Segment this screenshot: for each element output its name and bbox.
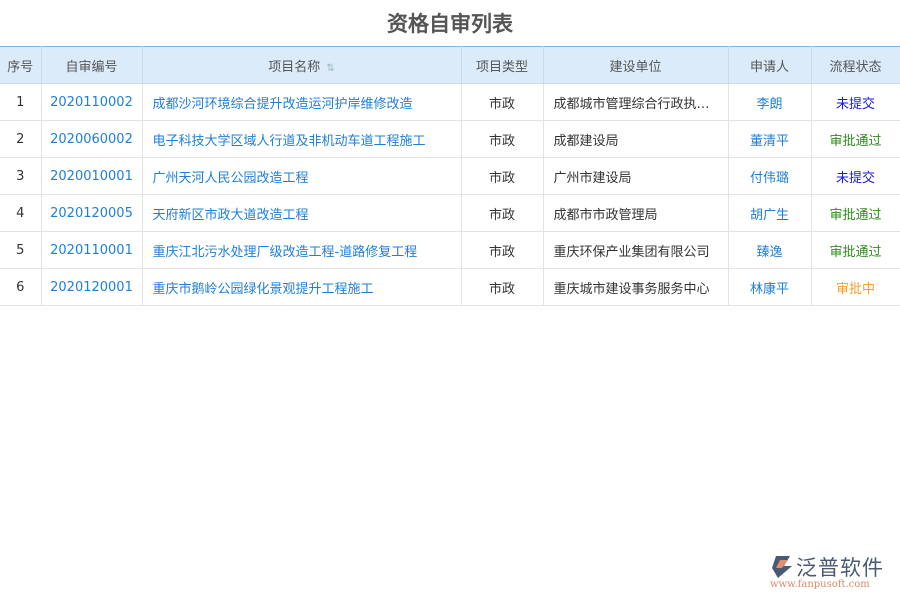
column-header[interactable]: 建设单位 — [543, 47, 728, 84]
code-link[interactable]: 2020010001 — [41, 158, 142, 195]
project-type: 市政 — [461, 84, 543, 121]
table-row: 22020060002电子科技大学区域人行道及非机动车道工程施工市政成都建设局董… — [0, 121, 900, 158]
code-link[interactable]: 2020110001 — [41, 232, 142, 269]
row-number: 2 — [0, 121, 41, 158]
project-type: 市政 — [461, 232, 543, 269]
row-number: 3 — [0, 158, 41, 195]
construction-unit: 重庆环保产业集团有限公司 — [543, 232, 728, 269]
project-name-link[interactable]: 天府新区市政大道改造工程 — [142, 195, 461, 232]
construction-unit: 重庆城市建设事务服务中心 — [543, 269, 728, 306]
row-number: 1 — [0, 84, 41, 121]
code-link[interactable]: 2020120005 — [41, 195, 142, 232]
row-number: 5 — [0, 232, 41, 269]
table-row: 52020110001重庆江北污水处理厂级改造工程-道路修复工程市政重庆环保产业… — [0, 232, 900, 269]
applicant-link[interactable]: 臻逸 — [728, 232, 811, 269]
project-name-link[interactable]: 广州天河人民公园改造工程 — [142, 158, 461, 195]
sort-icon[interactable]: ⇅ — [326, 63, 334, 74]
page-title: 资格自审列表 — [0, 8, 900, 38]
status-text: 审批中 — [811, 269, 900, 306]
status-text: 审批通过 — [811, 195, 900, 232]
table-row: 32020010001广州天河人民公园改造工程市政广州市建设局付伟璐未提交 — [0, 158, 900, 195]
code-link[interactable]: 2020110002 — [41, 84, 142, 121]
project-type: 市政 — [461, 195, 543, 232]
project-name-link[interactable]: 重庆市鹅岭公园绿化景观提升工程施工 — [142, 269, 461, 306]
applicant-link[interactable]: 李朗 — [728, 84, 811, 121]
column-header[interactable]: 项目类型 — [461, 47, 543, 84]
project-type: 市政 — [461, 269, 543, 306]
column-header[interactable]: 项目名称⇅ — [142, 47, 461, 84]
project-name-link[interactable]: 成都沙河环境综合提升改造运河护岸维修改造 — [142, 84, 461, 121]
qualification-table: 序号自审编号项目名称⇅项目类型建设单位申请人流程状态 12020110002成都… — [0, 46, 900, 306]
construction-unit: 成都市市政管理局 — [543, 195, 728, 232]
logo-icon — [770, 554, 794, 580]
construction-unit: 成都城市管理综合行政执… — [543, 84, 728, 121]
project-type: 市政 — [461, 121, 543, 158]
code-link[interactable]: 2020060002 — [41, 121, 142, 158]
project-type: 市政 — [461, 158, 543, 195]
fanpu-logo: 泛普软件 www.fanpusoft.com — [770, 550, 895, 595]
table-row: 42020120005天府新区市政大道改造工程市政成都市市政管理局胡广生审批通过 — [0, 195, 900, 232]
status-text: 未提交 — [811, 84, 900, 121]
project-name-link[interactable]: 重庆江北污水处理厂级改造工程-道路修复工程 — [142, 232, 461, 269]
table-row: 12020110002成都沙河环境综合提升改造运河护岸维修改造市政成都城市管理综… — [0, 84, 900, 121]
applicant-link[interactable]: 林康平 — [728, 269, 811, 306]
row-number: 4 — [0, 195, 41, 232]
column-header[interactable]: 自审编号 — [41, 47, 142, 84]
column-header[interactable]: 序号 — [0, 47, 41, 84]
applicant-link[interactable]: 付伟璐 — [728, 158, 811, 195]
code-link[interactable]: 2020120001 — [41, 269, 142, 306]
project-name-link[interactable]: 电子科技大学区域人行道及非机动车道工程施工 — [142, 121, 461, 158]
construction-unit: 广州市建设局 — [543, 158, 728, 195]
applicant-link[interactable]: 胡广生 — [728, 195, 811, 232]
column-header[interactable]: 流程状态 — [811, 47, 900, 84]
status-text: 未提交 — [811, 158, 900, 195]
column-header[interactable]: 申请人 — [728, 47, 811, 84]
applicant-link[interactable]: 董清平 — [728, 121, 811, 158]
construction-unit: 成都建设局 — [543, 121, 728, 158]
row-number: 6 — [0, 269, 41, 306]
status-text: 审批通过 — [811, 232, 900, 269]
status-text: 审批通过 — [811, 121, 900, 158]
table-row: 62020120001重庆市鹅岭公园绿化景观提升工程施工市政重庆城市建设事务服务… — [0, 269, 900, 306]
